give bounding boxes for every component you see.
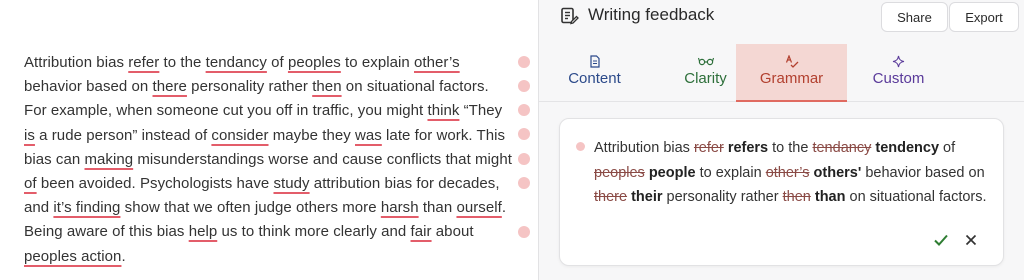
flagged-word[interactable]: tendancy	[206, 54, 267, 71]
essay-text[interactable]: Attribution bias refer to the tendancy o…	[24, 51, 514, 269]
inserted-text: others'	[813, 164, 862, 181]
essay-text-run: to the	[159, 54, 206, 71]
flagged-word[interactable]: think	[427, 102, 459, 119]
glasses-icon	[697, 54, 714, 68]
flagged-word[interactable]: was	[355, 127, 382, 144]
suggestion-text: Attribution bias refer refers to the ten…	[594, 136, 994, 210]
panel-header: Writing feedback Share Export	[539, 0, 1024, 44]
document-icon	[589, 54, 601, 68]
export-button[interactable]: Export	[949, 2, 1019, 32]
flagged-word[interactable]: is	[24, 127, 35, 144]
suggestion-text-run: to the	[768, 140, 813, 156]
tab-custom[interactable]: Custom	[843, 44, 954, 102]
deleted-text: then	[782, 189, 811, 205]
flagged-word[interactable]: consider	[211, 127, 268, 144]
tab-label: Content	[568, 70, 621, 87]
deleted-text: peoples	[594, 164, 645, 181]
document-edit-icon	[561, 7, 579, 25]
inserted-text: people	[648, 164, 696, 181]
tab-label: Clarity	[684, 70, 727, 87]
editor-pane[interactable]: Attribution bias refer to the tendancy o…	[0, 0, 538, 280]
essay-text-run: personality rather	[186, 78, 313, 96]
sparkle-icon	[892, 54, 905, 68]
close-icon[interactable]	[962, 231, 980, 249]
suggestion-text-run: to explain	[695, 164, 766, 181]
issue-marker[interactable]	[518, 56, 530, 68]
flagged-word[interactable]: of	[24, 175, 37, 192]
suggestion-text-run: Attribution bias	[594, 140, 694, 156]
issue-marker[interactable]	[518, 153, 530, 165]
issue-marker[interactable]	[518, 80, 530, 92]
essay-text-run: Attribution bias	[24, 54, 129, 71]
inserted-text: than	[814, 189, 846, 205]
flagged-word[interactable]: help	[189, 223, 218, 240]
essay-text-run: a rude person” instead of	[34, 126, 212, 144]
inserted-text: their	[631, 189, 663, 205]
deleted-text: tendancy	[812, 140, 872, 156]
flagged-word[interactable]: there	[153, 78, 187, 95]
tab-label: Custom	[872, 70, 925, 87]
essay-text-run: .	[121, 247, 126, 265]
suggestion-text-run: behavior based on	[861, 164, 985, 181]
issue-marker[interactable]	[518, 177, 530, 189]
flagged-word[interactable]: harsh	[381, 199, 419, 216]
essay-text-run: “They	[459, 102, 503, 120]
flagged-word[interactable]: peoples	[288, 54, 341, 71]
flagged-word[interactable]: study	[273, 175, 309, 192]
essay-text-run: us to think more clearly and	[217, 223, 411, 241]
essay-text-run: of	[266, 54, 288, 71]
share-button[interactable]: Share	[881, 2, 948, 32]
suggestion-card[interactable]: Attribution bias refer refers to the ten…	[559, 118, 1004, 266]
essay-text-run: misunderstandings worse and cause confli…	[133, 150, 512, 168]
panel-title: Writing feedback	[588, 5, 715, 24]
spellcheck-icon	[785, 54, 799, 68]
deleted-text: refer	[693, 140, 724, 156]
tab-label: Grammar	[759, 70, 824, 87]
flagged-word[interactable]: refer	[128, 54, 159, 71]
flagged-word[interactable]: ourself	[456, 199, 501, 216]
suggestion-text-run: of	[939, 140, 956, 156]
deleted-text: other’s	[765, 164, 810, 181]
essay-text-run: been avoided. Psychologists have	[36, 175, 274, 193]
essay-text-run: behavior based on	[24, 78, 153, 96]
suggestion-text-run: personality rather	[662, 189, 783, 205]
flagged-word[interactable]: it’s finding	[53, 199, 120, 216]
tab-grammar[interactable]: Grammar	[736, 44, 847, 102]
essay-text-run: about	[431, 223, 474, 241]
checkmark-icon[interactable]	[932, 231, 950, 249]
feedback-tabs: Content Clarity Grammar Custom	[539, 44, 1024, 102]
essay-text-run: maybe they	[268, 126, 355, 144]
essay-text-run: show that we often judge others more	[120, 199, 381, 217]
tab-content[interactable]: Content	[539, 44, 650, 102]
inserted-text: tendency	[875, 140, 940, 156]
inserted-text: refers	[727, 140, 769, 156]
deleted-text: there	[594, 189, 628, 205]
issue-marker	[576, 142, 585, 151]
flagged-word[interactable]: fair	[411, 223, 432, 240]
flagged-word[interactable]: peoples action	[24, 248, 121, 265]
flagged-word[interactable]: then	[312, 78, 341, 95]
feedback-panel: Writing feedback Share Export Content Cl…	[538, 0, 1024, 280]
essay-text-run: to explain	[340, 54, 414, 71]
flagged-word[interactable]: other’s	[414, 54, 460, 71]
flagged-word[interactable]: making	[85, 151, 134, 168]
suggestion-text-run: on situational factors.	[845, 189, 987, 205]
issue-marker[interactable]	[518, 226, 530, 238]
essay-text-run: than	[418, 199, 457, 217]
issue-marker[interactable]	[518, 104, 530, 116]
issue-marker[interactable]	[518, 128, 530, 140]
